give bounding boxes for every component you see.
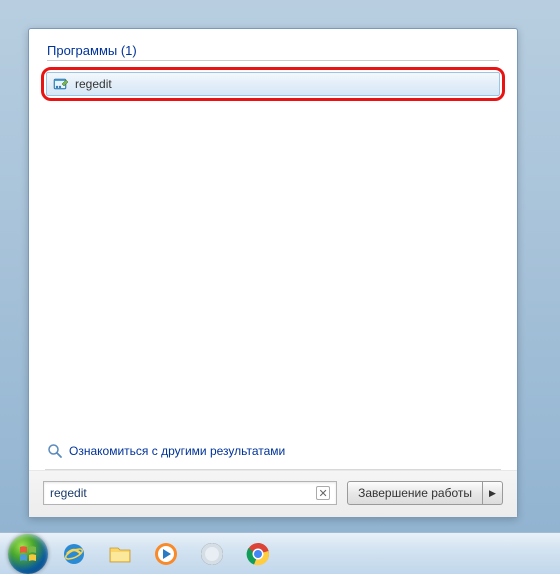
start-menu-bottom-row: ✕ Завершение работы ▶ [29, 470, 517, 517]
windows-logo-icon [17, 543, 39, 565]
taskbar-item-chrome[interactable] [238, 537, 278, 571]
search-input[interactable] [50, 486, 316, 500]
generic-app-icon [199, 541, 225, 567]
shutdown-options-button[interactable]: ▶ [483, 481, 503, 505]
chevron-right-icon: ▶ [489, 488, 496, 499]
see-more-label: Ознакомиться с другими результатами [69, 444, 285, 458]
regedit-icon [53, 76, 69, 92]
taskbar [0, 532, 560, 574]
taskbar-item-generic[interactable] [192, 537, 232, 571]
annotation-highlight: regedit [41, 67, 505, 101]
search-result-regedit[interactable]: regedit [46, 72, 500, 96]
chrome-icon [245, 541, 271, 567]
start-button[interactable] [8, 534, 48, 574]
taskbar-item-ie[interactable] [54, 537, 94, 571]
search-box[interactable]: ✕ [43, 481, 337, 505]
shutdown-button[interactable]: Завершение работы [347, 481, 483, 505]
result-label: regedit [75, 77, 112, 91]
see-more-results-link[interactable]: Ознакомиться с другими результатами [29, 437, 517, 469]
internet-explorer-icon [60, 540, 88, 568]
taskbar-item-wmp[interactable] [146, 537, 186, 571]
shutdown-button-group[interactable]: Завершение работы ▶ [347, 481, 503, 505]
clear-search-button[interactable]: ✕ [316, 486, 330, 500]
start-menu-panel: Программы (1) regedit Ознакомиться с дру… [28, 28, 518, 518]
search-icon [47, 443, 63, 459]
file-explorer-icon [106, 540, 134, 568]
shutdown-label: Завершение работы [358, 486, 472, 500]
results-category-header: Программы (1) [47, 43, 499, 61]
search-results-area: Программы (1) regedit [29, 29, 517, 437]
close-icon: ✕ [318, 487, 327, 500]
taskbar-item-explorer[interactable] [100, 537, 140, 571]
windows-media-player-icon [152, 540, 180, 568]
